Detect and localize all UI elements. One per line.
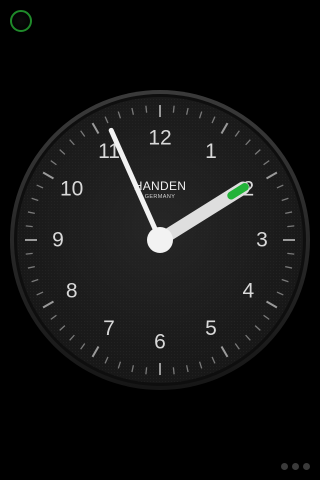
- page-indicator: [281, 463, 310, 470]
- minute-tick: [172, 367, 175, 375]
- minute-tick: [145, 367, 148, 375]
- hour-numeral-9: 9: [52, 229, 64, 252]
- hour-numeral-5: 5: [205, 317, 217, 340]
- hour-numeral-8: 8: [66, 280, 78, 303]
- minute-tick: [172, 105, 175, 113]
- hour-numeral-12: 12: [148, 127, 171, 150]
- page-dot[interactable]: [303, 463, 310, 470]
- hour-numeral-4: 4: [242, 280, 254, 303]
- minute-tick: [287, 225, 295, 228]
- page-dot[interactable]: [281, 463, 288, 470]
- center-cap: [147, 227, 173, 253]
- analog-clock: 121234567891011 HANDEN GERMANY: [10, 90, 310, 390]
- page-dot[interactable]: [292, 463, 299, 470]
- hour-numeral-10: 10: [60, 178, 83, 201]
- brand-origin: GERMANY: [145, 194, 176, 200]
- hour-numeral-1: 1: [205, 140, 217, 163]
- brand-name: HANDEN: [134, 179, 186, 193]
- minute-tick: [25, 252, 33, 255]
- hour-numeral-7: 7: [103, 317, 115, 340]
- hour-numeral-3: 3: [256, 229, 268, 252]
- clock-screen: 121234567891011 HANDEN GERMANY: [0, 0, 320, 480]
- hour-numeral-6: 6: [154, 331, 166, 354]
- minute-tick: [287, 252, 295, 255]
- minute-tick: [145, 105, 148, 113]
- minute-tick: [25, 225, 33, 228]
